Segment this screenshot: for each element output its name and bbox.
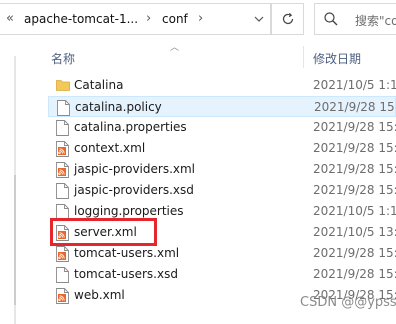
file-date-modified: 2021/9/28 15:3	[313, 141, 396, 155]
column-header-name[interactable]: 名称	[51, 50, 75, 67]
chevron-down-icon	[254, 16, 263, 22]
file-row-catalina[interactable]: Catalina 2021/10/5 1:18	[48, 75, 396, 96]
file-row-catalina-properties[interactable]: catalina.properties 2021/9/28 15:3	[48, 117, 396, 138]
address-overflow-chevron[interactable]: «	[6, 11, 14, 26]
file-row-tomcat-users-xsd[interactable]: tomcat-users.xsd 2021/9/28 15:3	[48, 264, 396, 285]
document-icon	[56, 267, 69, 283]
file-date-modified: 2021/10/5 13:2	[313, 225, 396, 239]
file-row-jaspic-providers-xml[interactable]: jaspic-providers.xml 2021/9/28 15:3	[48, 159, 396, 180]
address-row: « apache-tomcat-1... › conf › 搜索"co	[0, 0, 396, 40]
file-date-modified: 2021/9/28 15:3	[313, 267, 396, 281]
file-name: Catalina	[74, 78, 124, 92]
refresh-button[interactable]	[271, 3, 304, 35]
file-date-modified: 2021/9/28 15:3	[313, 246, 396, 260]
file-date-modified: 2021/9/28 15:3	[313, 162, 396, 176]
search-placeholder: 搜索"co	[355, 14, 396, 28]
address-bar[interactable]: « apache-tomcat-1... › conf ›	[0, 3, 271, 35]
file-row-context-xml[interactable]: context.xml 2021/9/28 15:3	[48, 138, 396, 159]
file-date-modified: 2021/10/5 1:17	[313, 204, 396, 218]
sort-ascending-icon: ︿	[170, 43, 180, 53]
file-name: context.xml	[74, 141, 146, 155]
file-row-tomcat-users-xml[interactable]: tomcat-users.xml 2021/9/28 15:3	[48, 243, 396, 264]
file-date-modified: 2021/9/28 15:3	[314, 100, 396, 114]
file-date-modified: 2021/9/28 15:3	[313, 183, 396, 197]
breadcrumb-apache-tomcat[interactable]: apache-tomcat-1...	[24, 12, 138, 26]
file-name: jaspic-providers.xml	[74, 162, 196, 176]
file-name: tomcat-users.xsd	[74, 267, 178, 281]
watermark: CSDN @@ypss	[300, 295, 396, 310]
search-icon	[323, 11, 339, 30]
file-row-catalina-policy[interactable]: catalina.policy 2021/9/28 15:3	[48, 96, 396, 117]
breadcrumb-conf[interactable]: conf	[162, 12, 188, 26]
file-date-modified: 2021/10/5 1:18	[313, 78, 396, 92]
xml-icon	[56, 162, 69, 178]
navigation-scrollbar-thumb[interactable]	[14, 175, 16, 305]
navigation-pane[interactable]	[0, 40, 12, 324]
document-icon	[57, 100, 70, 116]
file-name: logging.properties	[74, 204, 184, 218]
file-name: web.xml	[74, 288, 125, 302]
file-name: jaspic-providers.xsd	[74, 183, 194, 197]
column-header-date-modified[interactable]: 修改日期	[313, 50, 361, 67]
column-header: ︿ 名称 修改日期	[30, 40, 396, 70]
breadcrumb-separator-2[interactable]: ›	[198, 11, 203, 26]
xml-icon	[56, 246, 69, 262]
column-divider[interactable]	[303, 46, 304, 68]
refresh-icon	[282, 12, 293, 25]
file-name: catalina.policy	[75, 100, 162, 114]
breadcrumb-separator[interactable]: ›	[146, 11, 151, 26]
file-name: catalina.properties	[74, 120, 187, 134]
file-date-modified: 2021/9/28 15:3	[313, 120, 396, 134]
folder-icon	[56, 78, 70, 94]
address-dropdown-button[interactable]	[246, 3, 271, 35]
file-row-jaspic-providers-xsd[interactable]: jaspic-providers.xsd 2021/9/28 15:3	[48, 180, 396, 201]
xml-icon	[56, 288, 69, 304]
file-list: Catalina 2021/10/5 1:18 catalina.policy 202…	[48, 75, 396, 306]
xml-icon	[56, 141, 69, 157]
file-name: tomcat-users.xml	[74, 246, 180, 260]
document-icon	[56, 120, 69, 136]
search-box[interactable]: 搜索"co	[314, 3, 396, 35]
highlight-frame	[50, 218, 157, 246]
document-icon	[56, 183, 69, 199]
